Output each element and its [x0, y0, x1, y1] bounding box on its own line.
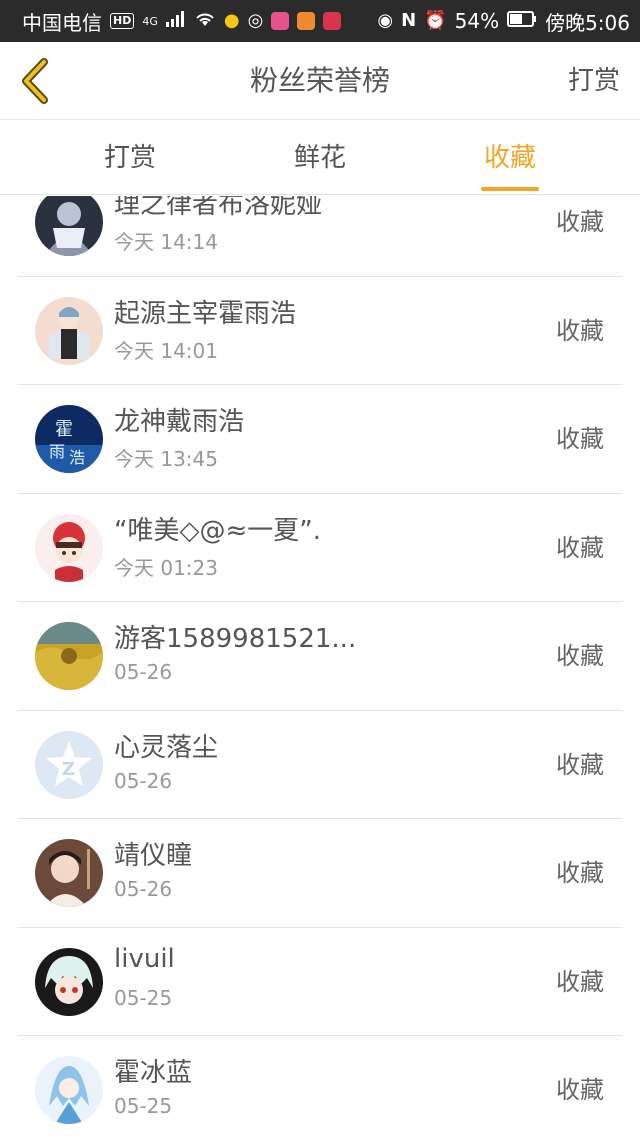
user-name: 靖仪瞳	[114, 841, 193, 871]
favorite-time: 今天 14:14	[114, 230, 218, 254]
favorite-time: 05-26	[114, 660, 173, 684]
user-name: 霍冰蓝	[114, 1058, 193, 1088]
default-avatar-icon: Z	[35, 730, 103, 799]
action-label: 收藏	[556, 425, 604, 453]
avatar[interactable]	[35, 513, 103, 582]
user-name: 心灵落尘	[114, 732, 219, 763]
active-tab-indicator	[481, 187, 539, 191]
user-name: livuil	[114, 943, 175, 974]
reader-app-icon	[323, 12, 342, 30]
list-item[interactable]: “唯美◇@≈一夏”. 今天 01:23 收藏	[18, 494, 622, 602]
reward-button[interactable]: 打赏	[568, 42, 620, 120]
favorite-time: 05-25	[114, 1094, 173, 1118]
hd-icon: HD	[110, 13, 135, 29]
list-item[interactable]: 游客1589981521... 05-26 收藏	[18, 602, 622, 711]
action-label: 收藏	[556, 316, 604, 345]
avatar[interactable]: Z	[35, 730, 103, 799]
svg-text:Z: Z	[62, 759, 75, 780]
avatar[interactable]: 霍雨浩	[35, 405, 103, 473]
user-name: 起源主宰霍雨浩	[114, 298, 297, 329]
svg-text:霍: 霍	[55, 419, 73, 440]
list-item[interactable]: 霍雨浩 龙神戴雨浩 今天 13:45 收藏	[18, 385, 622, 494]
avatar[interactable]	[35, 839, 103, 907]
avatar[interactable]	[35, 296, 103, 365]
favorite-time: 今天 14:01	[114, 338, 218, 363]
tab-bar: 打赏 鲜花 收藏	[0, 121, 640, 195]
tab-favorites-label: 收藏	[483, 143, 536, 173]
list-item[interactable]: 理之律者布洛妮娅 今天 14:14 收藏	[18, 196, 622, 277]
eye-icon: ◉	[377, 10, 394, 31]
alarm-icon: ⏰	[424, 10, 447, 31]
nfc-icon: N	[401, 10, 417, 31]
carrier-label: 中国电信	[22, 10, 102, 35]
tab-favorites[interactable]: 收藏	[440, 121, 580, 195]
avatar[interactable]	[35, 622, 103, 690]
list-item[interactable]: livuil 05-25 收藏	[18, 928, 622, 1036]
favorite-time: 05-25	[114, 985, 173, 1010]
page-title: 粉丝荣誉榜	[249, 64, 390, 97]
user-name: 游客1589981521...	[114, 624, 357, 654]
globe-icon: ◎	[247, 10, 264, 31]
favorite-time: 05-26	[114, 877, 173, 901]
tab-reward[interactable]: 打赏	[60, 121, 200, 195]
wifi-icon	[194, 11, 216, 31]
svg-text:浩: 浩	[69, 448, 85, 467]
status-bar: 中国电信 HD 4G ● ◎ ◉ N ⏰ 54% 傍晚5:06	[0, 0, 640, 42]
user-name: “唯美◇@≈一夏”.	[114, 515, 321, 546]
action-label: 收藏	[556, 533, 604, 562]
favorite-time: 今天 01:23	[114, 555, 218, 580]
list-item[interactable]: 靖仪瞳 05-26 收藏	[18, 819, 622, 928]
action-label: 收藏	[556, 642, 604, 670]
action-label: 收藏	[556, 750, 604, 779]
favorite-time: 今天 13:45	[114, 447, 218, 471]
action-label: 收藏	[556, 967, 604, 996]
avatar[interactable]	[35, 947, 103, 1016]
action-label: 收藏	[556, 208, 604, 236]
avatar[interactable]	[35, 1056, 103, 1124]
user-name: 理之律者布洛妮娅	[114, 196, 323, 220]
lightbulb-icon: ●	[223, 10, 240, 31]
battery-percent: 54%	[454, 9, 500, 33]
signal-icon	[165, 11, 186, 31]
user-name: 龙神戴雨浩	[114, 407, 245, 437]
network-type: 4G	[142, 14, 158, 28]
action-label: 收藏	[556, 1076, 604, 1104]
clock: 傍晚5:06	[545, 10, 630, 35]
tab-flowers[interactable]: 鲜花	[250, 121, 390, 195]
gallery-app-icon	[271, 12, 290, 30]
list-item[interactable]: 起源主宰霍雨浩 今天 14:01 收藏	[18, 277, 622, 385]
svg-text:雨: 雨	[49, 442, 65, 461]
favorite-time: 05-26	[114, 768, 173, 793]
video-app-icon	[297, 12, 316, 30]
battery-icon	[507, 11, 537, 31]
fan-list[interactable]: 理之律者布洛妮娅 今天 14:14 收藏 起源主宰霍雨浩 今天 14:01 收藏…	[0, 196, 640, 1138]
avatar[interactable]	[35, 196, 103, 256]
list-item[interactable]: Z 心灵落尘 05-26 收藏	[18, 711, 622, 819]
list-item[interactable]: 霍冰蓝 05-25 收藏	[18, 1036, 622, 1138]
app-header: 粉丝荣誉榜 打赏	[0, 42, 640, 120]
action-label: 收藏	[556, 859, 604, 887]
